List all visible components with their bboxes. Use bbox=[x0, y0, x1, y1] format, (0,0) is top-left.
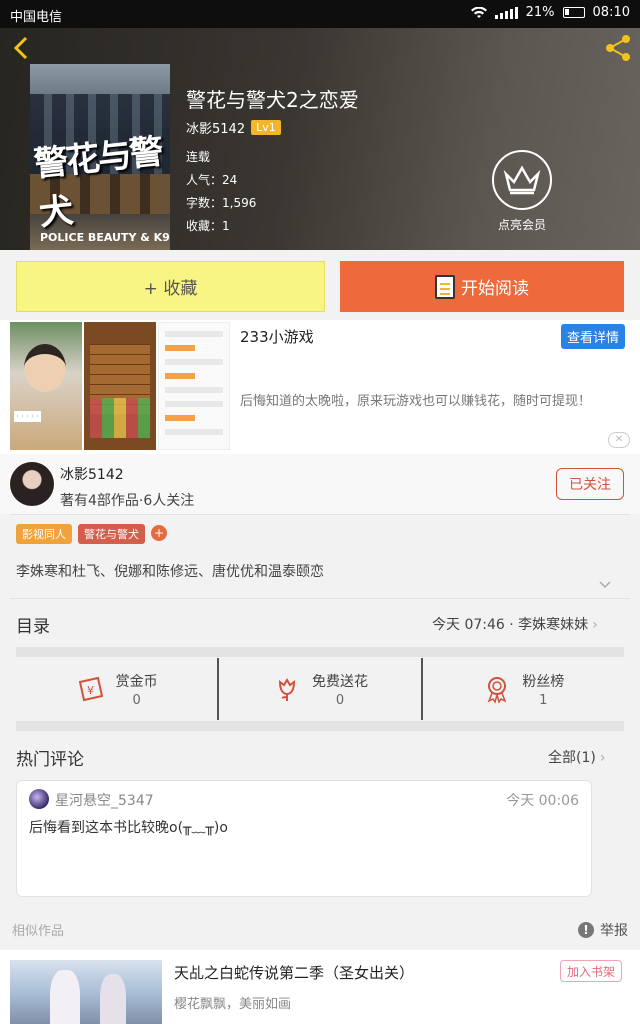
coin-icon: ¥ bbox=[78, 676, 103, 702]
book-summary: 李姝寒和杜飞、倪娜和陈修远、唐优优和温泰颐恋 bbox=[16, 564, 324, 580]
avatar[interactable] bbox=[29, 789, 49, 809]
tag-list: 影视同人 警花与警犬 + bbox=[16, 524, 167, 544]
back-button[interactable] bbox=[8, 34, 36, 62]
similar-works-title: 相似作品 bbox=[12, 924, 65, 939]
similar-book-cover bbox=[10, 960, 162, 1024]
word-count: 字数：1,596 bbox=[186, 196, 257, 210]
add-to-shelf-button[interactable]: 加入书架 bbox=[560, 960, 622, 982]
tag-item[interactable]: 警花与警犬 bbox=[78, 524, 145, 544]
carrier-name: 中国电信 bbox=[10, 10, 63, 25]
collect-button[interactable]: + 收藏 bbox=[16, 261, 325, 312]
chevron-down-icon[interactable] bbox=[598, 578, 612, 592]
status-bar: 中国电信 21% 08:10 bbox=[0, 0, 640, 28]
follow-button[interactable]: 已关注 bbox=[556, 468, 624, 500]
stat-label: 免费送花 bbox=[311, 673, 368, 690]
author-card: 冰影5142 著有4部作品·6人关注 已关注 bbox=[0, 454, 640, 514]
book-title: 警花与警犬2之恋爱 bbox=[186, 88, 359, 112]
list-item[interactable]: 天乩之白蛇传说第二季（圣女出关） 樱花飘飘，美丽如画 加入书架 bbox=[0, 950, 640, 1024]
comment-time: 今天 00:06 bbox=[506, 793, 579, 809]
stat-value: 0 bbox=[132, 692, 141, 708]
signal-icon bbox=[494, 6, 518, 19]
report-label: 举报 bbox=[600, 923, 628, 939]
comment-user[interactable]: 星河悬空_5347 bbox=[55, 790, 154, 810]
start-reading-button[interactable]: 开始阅读 bbox=[340, 261, 624, 312]
cover-title: 警花与警犬 bbox=[32, 131, 164, 234]
author-name[interactable]: 冰影5142 bbox=[186, 118, 245, 137]
ad-close-icon[interactable]: ✕ bbox=[608, 432, 630, 448]
divider bbox=[10, 514, 630, 515]
favorites-count: 收藏：1 bbox=[186, 219, 230, 233]
ad-description: 后悔知道的太晚啦，原来玩游戏也可以赚钱花，随时可提现！ bbox=[240, 394, 592, 409]
report-button[interactable]: ! 举报 bbox=[578, 920, 628, 940]
wifi-icon bbox=[470, 6, 487, 18]
author-card-name[interactable]: 冰影5142 bbox=[60, 464, 124, 484]
similar-book-desc: 樱花飘飘，美丽如画 bbox=[174, 997, 292, 1012]
divider bbox=[10, 598, 630, 599]
reward-coins-button[interactable]: ¥ 赏金币 0 bbox=[16, 658, 220, 720]
hot-comments-title: 热门评论 bbox=[16, 750, 84, 770]
clock: 08:10 bbox=[592, 5, 630, 20]
fans-rank-button[interactable]: 粉丝榜 1 bbox=[423, 658, 624, 720]
chevron-right-icon: › bbox=[592, 617, 598, 633]
catalog-latest-chapter[interactable]: 今天 07:46 · 李姝寒妹妹 › bbox=[432, 614, 598, 634]
similar-book-title: 天乩之白蛇传说第二季（圣女出关） bbox=[174, 964, 415, 982]
vip-button[interactable]: 点亮会员 bbox=[490, 150, 554, 233]
send-flower-button[interactable]: 免费送花 0 bbox=[219, 658, 423, 720]
book-header: 警花与警犬 POLICE BEAUTY & K9 警花与警犬2之恋爱 冰影514… bbox=[0, 28, 640, 250]
back-arrow-icon bbox=[13, 36, 28, 60]
all-comments-link[interactable]: 全部(1) › bbox=[548, 747, 605, 767]
author-card-info: 著有4部作品·6人关注 bbox=[60, 493, 195, 509]
ad-detail-button[interactable]: 查看详情 bbox=[561, 324, 626, 349]
comment-text: 后悔看到这本书比较晚o(╥﹏╥)o bbox=[29, 820, 228, 836]
battery-icon bbox=[562, 7, 585, 18]
crown-icon bbox=[492, 150, 552, 210]
flower-icon bbox=[278, 678, 295, 701]
catalog-label[interactable]: 目录 bbox=[16, 612, 50, 637]
medal-icon bbox=[487, 677, 507, 704]
ad-image bbox=[158, 322, 230, 450]
comment-card[interactable]: 星河悬空_5347 今天 00:06 后悔看到这本书比较晚o(╥﹏╥)o bbox=[16, 780, 592, 897]
avatar[interactable] bbox=[10, 462, 54, 506]
alert-icon: ! bbox=[578, 922, 594, 938]
vip-label: 点亮会员 bbox=[497, 218, 546, 232]
stat-label: 粉丝榜 bbox=[522, 673, 565, 690]
chevron-right-icon: › bbox=[599, 750, 606, 766]
popularity: 人气：24 bbox=[186, 173, 238, 187]
reward-bar: ¥ 赏金币 0 免费送花 0 粉丝榜 1 bbox=[16, 658, 624, 720]
section-band bbox=[16, 647, 624, 657]
share-icon bbox=[606, 35, 630, 61]
add-tag-icon[interactable]: + bbox=[151, 525, 167, 541]
ad-image: · · · · · bbox=[10, 322, 82, 450]
cover-subtitle: POLICE BEAUTY & K9 bbox=[40, 231, 170, 244]
book-status: 连载 bbox=[186, 150, 211, 164]
stat-label: 赏金币 bbox=[115, 673, 158, 690]
svg-text:¥: ¥ bbox=[87, 684, 94, 697]
level-badge: Lv1 bbox=[251, 120, 281, 135]
ad-banner[interactable]: · · · · · 233小游戏 查看详情 后悔知道的太晚啦，原来玩游戏也可以赚… bbox=[0, 320, 640, 454]
section-band bbox=[16, 721, 624, 731]
all-comments-label: 全部(1) bbox=[548, 750, 596, 766]
start-reading-label: 开始阅读 bbox=[461, 279, 529, 299]
book-cover[interactable]: 警花与警犬 POLICE BEAUTY & K9 bbox=[30, 64, 170, 250]
tag-item[interactable]: 影视同人 bbox=[16, 524, 72, 544]
battery-percent: 21% bbox=[525, 5, 555, 20]
author-row: 冰影5142 Lv1 bbox=[186, 118, 281, 137]
stat-value: 1 bbox=[539, 692, 548, 708]
share-button[interactable] bbox=[602, 32, 634, 64]
book-icon bbox=[435, 274, 455, 299]
ad-title: 233小游戏 bbox=[240, 328, 314, 346]
latest-chapter-text: 今天 07:46 · 李姝寒妹妹 bbox=[432, 617, 589, 633]
stat-value: 0 bbox=[335, 692, 345, 708]
ad-image bbox=[84, 322, 156, 450]
